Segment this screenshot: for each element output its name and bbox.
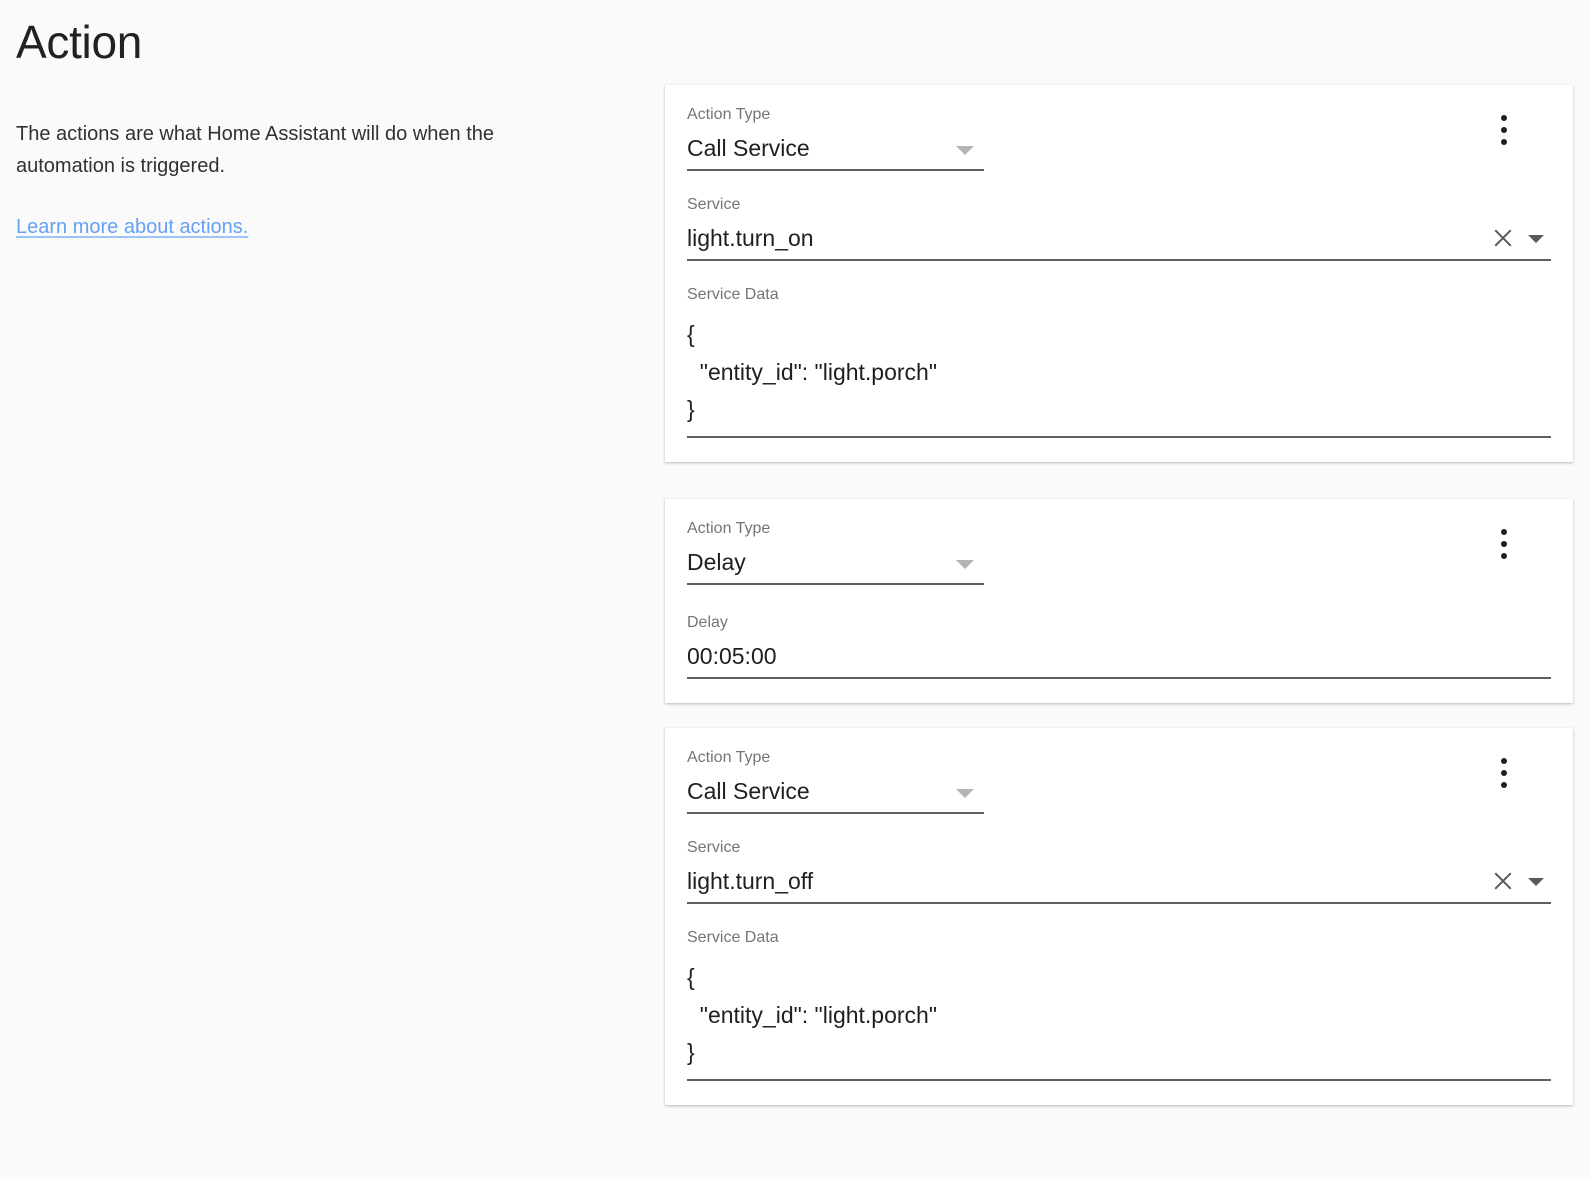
action-card: Action Type Delay Delay 00:05:00 — [665, 498, 1573, 703]
dots-vertical-icon[interactable] — [1491, 756, 1517, 790]
field-spacer — [687, 814, 1551, 840]
delay-label: Delay — [687, 613, 728, 631]
field-underline — [687, 259, 1551, 262]
service-value: light.turn_on — [687, 225, 814, 252]
action-type-label: Action Type — [687, 106, 771, 123]
page-title: Action — [16, 16, 143, 68]
dots-vertical-icon[interactable] — [1491, 527, 1517, 561]
delay-field[interactable]: Delay 00:05:00 — [687, 613, 1551, 679]
action-type-value: Delay — [687, 548, 746, 575]
page-description: The actions are what Home Assistant will… — [16, 122, 495, 178]
field-underline — [687, 435, 1551, 438]
field-spacer — [687, 261, 1551, 287]
chevron-down-icon[interactable] — [956, 559, 974, 569]
action-type-label: Action Type — [687, 748, 771, 766]
field-spacer — [687, 585, 1551, 615]
service-data-field[interactable]: Service Data { "entity_id": "light.porch… — [687, 286, 1551, 438]
chevron-down-icon[interactable] — [956, 789, 974, 799]
action-card: Action Type Call Service Service light.t… — [665, 727, 1573, 1105]
chevron-down-icon[interactable] — [1528, 235, 1544, 244]
service-value: light.turn_off — [687, 868, 814, 895]
field-underline — [687, 1078, 1551, 1081]
service-label: Service — [687, 839, 741, 857]
field-spacer — [687, 171, 1551, 197]
chevron-down-icon[interactable] — [1528, 878, 1544, 887]
dots-vertical-icon[interactable] — [1491, 113, 1517, 147]
chevron-down-icon[interactable] — [956, 146, 974, 156]
service-data-value[interactable]: { "entity_id": "light.porch" } — [687, 958, 1551, 1071]
action-type-label: Action Type — [687, 519, 771, 537]
action-type-select[interactable]: Action Type Call Service — [687, 748, 984, 815]
service-data-label: Service Data — [687, 929, 779, 947]
learn-more-link[interactable]: Learn more about actions. — [16, 216, 248, 239]
intro-column: Action The actions are what Home Assista… — [0, 0, 640, 239]
action-type-value: Call Service — [687, 777, 810, 804]
service-input-row: light.turn_on — [687, 225, 1551, 252]
field-underline — [687, 169, 984, 172]
service-data-label: Service Data — [687, 286, 779, 304]
field-spacer — [687, 904, 1551, 930]
close-icon[interactable] — [1490, 868, 1516, 894]
action-cards-column: Action Type Call Service Service light.t… — [665, 85, 1573, 1105]
service-input-row: light.turn_off — [687, 868, 1551, 895]
action-type-select[interactable]: Action Type Delay — [687, 519, 984, 585]
service-label: Service — [687, 196, 741, 214]
action-card: Action Type Call Service Service light.t… — [665, 85, 1573, 462]
service-data-value[interactable]: { "entity_id": "light.porch" } — [687, 315, 1551, 428]
service-field[interactable]: Service light.turn_on — [687, 196, 1551, 262]
delay-value: 00:05:00 — [687, 642, 777, 669]
action-type-value: Call Service — [687, 135, 810, 161]
service-field[interactable]: Service light.turn_off — [687, 839, 1551, 905]
field-underline — [687, 812, 984, 815]
field-underline — [687, 582, 984, 585]
field-underline — [687, 676, 1551, 679]
service-data-field[interactable]: Service Data { "entity_id": "light.porch… — [687, 929, 1551, 1081]
close-icon[interactable] — [1490, 225, 1516, 251]
field-underline — [687, 902, 1551, 905]
action-type-select[interactable]: Action Type Call Service — [687, 106, 984, 172]
